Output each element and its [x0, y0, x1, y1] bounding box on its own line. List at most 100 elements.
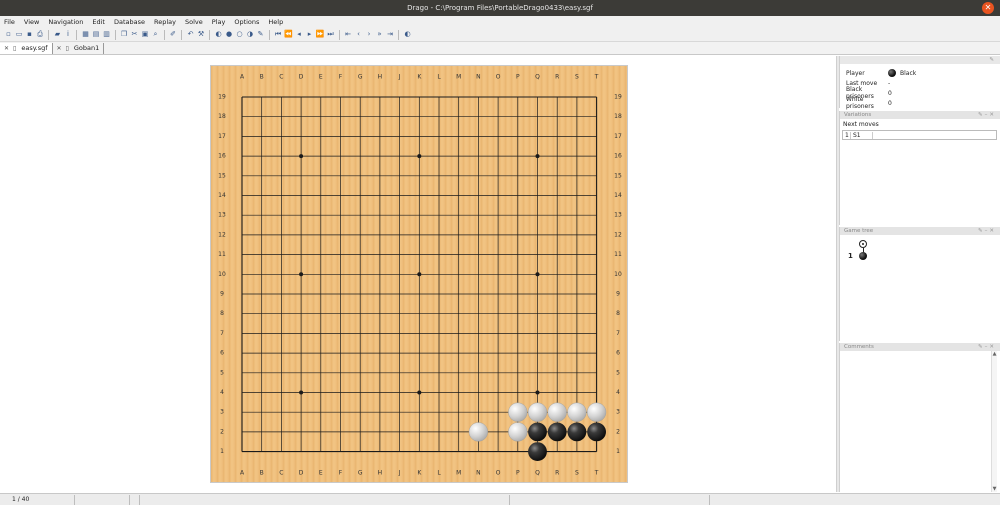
menu-navigation[interactable]: Navigation — [48, 18, 83, 26]
close-icon[interactable]: ✕ — [4, 45, 9, 52]
menu-view[interactable]: View — [24, 18, 39, 26]
new-icon[interactable]: ▫ — [4, 30, 13, 39]
player-row: Player Black — [840, 68, 1000, 78]
save-icon[interactable]: ▪ — [25, 30, 34, 39]
row-label: 4 — [616, 389, 620, 396]
menu-edit[interactable]: Edit — [92, 18, 105, 26]
player-label: Player — [846, 69, 865, 77]
next-moves-row[interactable]: 1 S1 — [842, 130, 997, 140]
menu-file[interactable]: File — [4, 18, 15, 26]
game-tree-panel-header: Game tree ✎–✕ — [840, 227, 1000, 235]
variations-panel: Variations ✎–✕ Next moves 1 S1 — [839, 111, 1000, 225]
end-icon[interactable]: ⇥ — [386, 30, 395, 39]
scroll-up-icon[interactable]: ▲ — [992, 351, 997, 357]
menu-options[interactable]: Options — [234, 18, 259, 26]
grid-icon[interactable]: ▦ — [81, 30, 90, 39]
column-label: K — [417, 470, 422, 477]
paste-icon[interactable]: ▣ — [141, 30, 150, 39]
undo-icon[interactable]: ↶ — [186, 30, 195, 39]
tool-icon[interactable]: ⚒ — [197, 30, 206, 39]
row-label: 17 — [218, 133, 226, 140]
grid2-icon[interactable]: ▤ — [92, 30, 101, 39]
menu-help[interactable]: Help — [268, 18, 283, 26]
row-label: 7 — [616, 330, 620, 337]
close-icon[interactable]: ✕ — [57, 45, 62, 52]
find-icon[interactable]: ⌕ — [151, 30, 160, 39]
panel-buttons[interactable]: ✎–✕ — [978, 343, 996, 351]
row-label: 14 — [218, 192, 226, 199]
tab-label: Goban1 — [73, 44, 100, 52]
variations-title: Variations — [844, 112, 872, 118]
pencil-icon[interactable]: ✎ — [256, 30, 265, 39]
color-icon[interactable]: ◐ — [214, 30, 223, 39]
column-label: T — [594, 74, 599, 81]
row-label: 6 — [220, 350, 224, 357]
white-stone-icon[interactable]: ○ — [235, 30, 244, 39]
next-fast-icon[interactable]: ⏩ — [316, 30, 325, 39]
tab-goban1[interactable]: ✕ ▯ Goban1 — [53, 42, 105, 54]
fwd-icon[interactable]: » — [375, 30, 384, 39]
mark-icon[interactable]: ◑ — [246, 30, 255, 39]
column-label: R — [555, 470, 559, 477]
next-icon[interactable]: ▸ — [305, 30, 314, 39]
tab-easy-sgf[interactable]: ✕ ▯ easy.sgf — [0, 42, 53, 54]
black-stone-icon[interactable]: ● — [225, 30, 234, 39]
back-icon[interactable]: ‹ — [354, 30, 363, 39]
column-label: A — [240, 74, 245, 81]
go-board[interactable]: A A B B C C D D E E F F G G H H J J K K L L M M N N O O P P Q Q R R S S T T 19… — [210, 65, 628, 483]
panel-buttons[interactable]: ✎ — [989, 56, 996, 64]
info-icon[interactable]: i — [64, 30, 73, 39]
column-label: O — [496, 74, 501, 81]
first-icon[interactable]: ⏮ — [274, 30, 283, 39]
prev-fast-icon[interactable]: ⏪ — [284, 30, 293, 39]
black-stone — [587, 422, 606, 442]
play-icon[interactable]: › — [365, 30, 374, 39]
menu-database[interactable]: Database — [114, 18, 145, 26]
move-node-icon[interactable] — [859, 252, 867, 260]
board-canvas[interactable]: AABBCCDDEEFFGGHHJJKKLLMMNNOOPPQQRRSSTT19… — [211, 66, 629, 484]
comments-scrollbar[interactable]: ▲ ▼ — [991, 351, 997, 492]
black-stone-icon — [888, 69, 896, 77]
start-icon[interactable]: ⇤ — [344, 30, 353, 39]
comments-panel: Comments ✎–✕ ▲ ▼ — [839, 343, 1000, 492]
last-icon[interactable]: ⏭ — [326, 30, 335, 39]
white-stone — [567, 402, 587, 422]
menu-bar: File View Navigation Edit Database Repla… — [0, 16, 1000, 28]
move-counter: 1 / 40 — [0, 494, 75, 505]
open-icon[interactable]: ▭ — [15, 30, 24, 39]
row-label: 13 — [218, 212, 226, 219]
root-node-icon[interactable] — [859, 240, 867, 248]
column-label: E — [319, 74, 323, 81]
toolbar-separator — [74, 29, 77, 40]
scroll-down-icon[interactable]: ▼ — [992, 486, 997, 492]
moon-icon[interactable]: ◐ — [403, 30, 412, 39]
info-panel: ✎ Player Black Last move - Black prisone… — [839, 56, 1000, 110]
grid3-icon[interactable]: ▥ — [102, 30, 111, 39]
menu-replay[interactable]: Replay — [154, 18, 176, 26]
cut-icon[interactable]: ✂ — [130, 30, 139, 39]
black-stone — [547, 422, 567, 442]
panel-buttons[interactable]: ✎–✕ — [978, 111, 996, 119]
menu-play[interactable]: Play — [212, 18, 226, 26]
white-stone — [587, 402, 607, 422]
toolbar-separator — [337, 29, 340, 40]
menu-solve[interactable]: Solve — [185, 18, 203, 26]
row-label: 10 — [218, 271, 226, 278]
column-label: M — [456, 470, 461, 477]
column-label: F — [339, 74, 343, 81]
copy-icon[interactable]: ❐ — [120, 30, 129, 39]
close-icon[interactable]: ✕ — [982, 2, 994, 14]
prev-icon[interactable]: ◂ — [295, 30, 304, 39]
print-icon[interactable]: ⎙ — [36, 30, 45, 39]
folder-icon[interactable]: ▰ — [53, 30, 62, 39]
edit-icon[interactable]: ✐ — [169, 30, 178, 39]
panel-buttons[interactable]: ✎–✕ — [978, 227, 996, 235]
hoshi-point — [299, 272, 304, 277]
black-stone — [528, 422, 547, 442]
column-label: T — [594, 470, 599, 477]
row-label: 7 — [220, 330, 224, 337]
tree-move-number: 1 — [848, 252, 853, 260]
tab-bar: ✕ ▯ easy.sgf ✕ ▯ Goban1 — [0, 42, 1000, 55]
row-label: 9 — [616, 291, 620, 298]
white-stone — [508, 422, 528, 442]
